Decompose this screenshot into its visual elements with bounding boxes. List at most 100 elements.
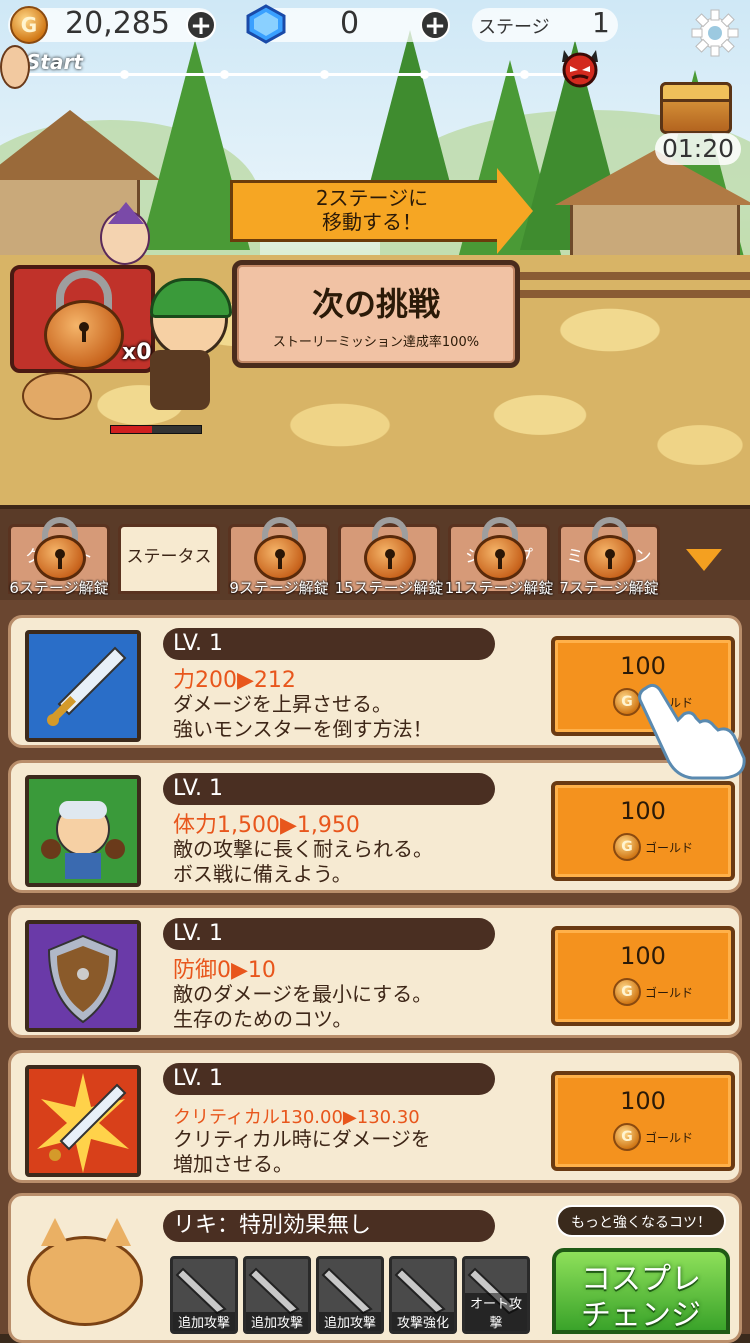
gold-coin-icon: G — [10, 6, 48, 44]
pet-ear — [103, 1218, 131, 1246]
pet-skill-slot[interactable]: 追加攻撃 — [316, 1256, 384, 1334]
game-scene: G 20,285 + 0 + ステージ 1 Start 01:20 2ステージに… — [0, 0, 750, 505]
price: 100 — [620, 652, 666, 680]
add-gold-button[interactable]: + — [186, 10, 216, 40]
stat-change: 防御0▶10 — [173, 958, 276, 983]
gold-coin-icon: G — [613, 978, 641, 1006]
treasure-chest-icon[interactable] — [660, 82, 732, 134]
gem-amount: 0 — [340, 6, 360, 41]
left-house-roof — [0, 110, 160, 180]
boss-demon-icon — [562, 50, 598, 88]
skill-label: 追加攻撃 — [319, 1312, 381, 1331]
tap-hand-pointer-icon — [638, 683, 746, 780]
tab-padlock-icon — [580, 517, 640, 581]
gold-coin-icon: G — [613, 1123, 641, 1151]
next-challenge-panel[interactable]: 次の挑戦 ストーリーミッション達成率100% — [232, 260, 520, 368]
description-line-2: ボス戦に備えよう。 — [173, 862, 352, 886]
tab-padlock-icon — [360, 517, 420, 581]
skill-label: 追加攻撃 — [173, 1312, 235, 1331]
tab-1[interactable]: ステータス — [118, 524, 220, 594]
pet-ear — [41, 1218, 69, 1246]
tab-padlock-icon — [30, 517, 90, 581]
tab-unlock-label: 9ステージ解錠 — [229, 579, 329, 597]
tab-padlock-icon — [250, 517, 310, 581]
stat-change: クリティカル130.00▶130.30 — [173, 1107, 420, 1128]
progress-dot — [320, 70, 329, 79]
tab-bar: クエスト6ステージ解錠ステータススキル9ステージ解錠装備15ステージ解錠ショップ… — [0, 505, 750, 600]
currency-label: ゴールド — [645, 841, 694, 855]
price: 100 — [620, 942, 666, 970]
upgrade-card: LV. 1 防御0▶10 敵のダメージを最小にする。 生存のためのコツ。 100 G ゴール… — [8, 905, 742, 1038]
fairy-hat — [108, 202, 144, 224]
challenge-subtitle: ストーリーミッション達成率100% — [272, 335, 480, 350]
price: 100 — [620, 797, 666, 825]
gold-coin-icon: G — [613, 833, 641, 861]
level-label: LV. 1 — [163, 773, 495, 805]
skill-label: 追加攻撃 — [246, 1312, 308, 1331]
pet-skill-slot[interactable]: 追加攻撃 — [170, 1256, 238, 1334]
description-line-1: ダメージを上昇させる。 — [173, 692, 392, 716]
stage-number: 1 — [592, 6, 610, 39]
boss-padlock-icon — [40, 270, 130, 370]
gem-icon — [246, 4, 286, 44]
pet-skill-slot[interactable]: オート攻撃 — [462, 1256, 530, 1334]
stage-progress-line — [20, 73, 580, 76]
fence — [520, 290, 750, 298]
skill-label: 攻撃強化 — [392, 1312, 454, 1331]
pet-skill-slot[interactable]: 攻撃強化 — [389, 1256, 457, 1334]
level-label: LV. 1 — [163, 918, 495, 950]
description-line-2: 生存のためのコツ。 — [173, 1007, 353, 1031]
progress-dot — [420, 70, 429, 79]
description-line-1: 敵の攻撃に長く耐えられる。 — [173, 837, 433, 861]
currency-label: ゴールド — [645, 986, 694, 1000]
tab-unlock-label: 6ステージ解錠 — [9, 579, 109, 597]
skill-icon — [394, 1267, 446, 1315]
gold-amount: 20,285 — [65, 6, 170, 41]
upgrade-buy-button[interactable]: 100 G ゴールド — [551, 926, 735, 1026]
progress-dot — [220, 70, 229, 79]
tip-bubble: もっと強くなるコツ！ — [556, 1205, 726, 1237]
description-line-2: 強いモンスターを倒す方法！ — [173, 717, 433, 741]
gear-icon[interactable] — [690, 8, 740, 58]
currency-label: ゴールド — [645, 1131, 694, 1145]
tab-unlock-label: 11ステージ解錠 — [444, 579, 554, 597]
upgrade-buy-button[interactable]: 100 G ゴールド — [551, 781, 735, 881]
tab-unlock-label: 15ステージ解錠 — [334, 579, 444, 597]
stat-change: 体力1,500▶1,950 — [173, 813, 360, 838]
description-line-1: クリティカル時にダメージを — [173, 1127, 431, 1151]
move-stage-text[interactable]: 2ステージに 移動する！ — [262, 186, 482, 234]
upgrade-buy-button[interactable]: 100 G ゴールド — [551, 1071, 735, 1171]
shield-icon — [25, 920, 141, 1032]
pet-cat-portrait — [27, 1236, 143, 1326]
pet-skill-slot[interactable]: 追加攻撃 — [243, 1256, 311, 1334]
skill-label: オート攻撃 — [465, 1293, 527, 1331]
progress-dot — [120, 70, 129, 79]
hero-icon — [25, 775, 141, 887]
pet-name-label: リキ：特別効果無し — [163, 1210, 495, 1242]
skill-icon — [175, 1267, 227, 1315]
level-label: LV. 1 — [163, 628, 495, 660]
tab-padlock-icon — [470, 517, 530, 581]
critical-sword-icon — [25, 1065, 141, 1177]
hero-hp-fill — [111, 426, 152, 433]
price: 100 — [620, 1087, 666, 1115]
collapse-arrow-icon[interactable] — [686, 549, 722, 571]
cosplay-change-button[interactable]: コスプレ チェンジ — [552, 1248, 730, 1334]
progress-dot — [520, 70, 529, 79]
tab-unlock-label: 7ステージ解錠 — [559, 579, 659, 597]
description-line-1: 敵のダメージを最小にする。 — [173, 982, 433, 1006]
start-label: Start — [26, 50, 83, 74]
challenge-title: 次の挑戦 — [311, 285, 440, 323]
stat-change: 力200▶212 — [173, 668, 296, 693]
hero-hp-bar — [110, 425, 202, 434]
lock-count: x0 — [122, 340, 152, 365]
player-marker-icon — [0, 45, 30, 89]
pet-cat — [22, 372, 92, 420]
skill-icon — [321, 1267, 373, 1315]
chest-timer: 01:20 — [655, 133, 741, 165]
skill-icon — [248, 1267, 300, 1315]
arrow-head — [497, 168, 533, 254]
add-gem-button[interactable]: + — [420, 10, 450, 40]
sword-icon — [25, 630, 141, 742]
description-line-2: 増加させる。 — [173, 1152, 293, 1176]
